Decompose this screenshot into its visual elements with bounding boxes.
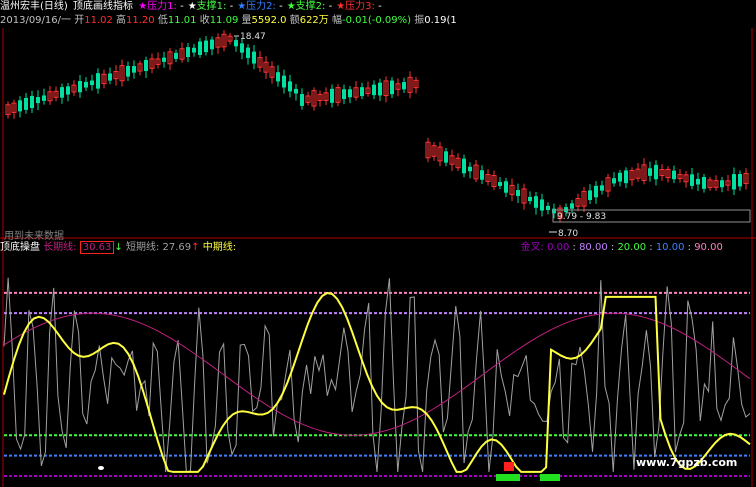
candle-body [624,170,628,184]
candle-body [330,88,334,103]
level-20: 20.00 [617,242,647,253]
candle-body [234,40,238,47]
candle-body [288,81,292,92]
candle-body [390,80,394,95]
candle-body [78,81,82,93]
candle-body [600,185,604,191]
candle-body [192,47,196,53]
high-mark-label: 18.47 [240,32,266,42]
candle-body [174,52,178,59]
candle-body [348,89,352,98]
bottom-signal-green [540,474,560,481]
level-90: 90.00 [694,242,723,253]
candle-body [126,65,130,77]
candle-body [570,203,574,209]
small-dot-marker [98,466,104,470]
candle-group [5,30,749,223]
level-10: 10.00 [655,242,685,253]
long-value: 30.63 [79,241,115,254]
candle-body [528,196,532,202]
candle-body [42,95,46,101]
low-mark-label: 8.70 [558,229,578,239]
candle-body [360,87,364,97]
candle-body [252,51,256,64]
indicator-markers [98,462,560,481]
candle-body [546,205,550,211]
candle-body [300,94,304,106]
mid-label: 中期线: [202,242,237,253]
candle-body [402,82,406,90]
candle-body [66,86,70,95]
candle-body [276,72,280,82]
candle-body [648,168,652,176]
candle-body [444,151,448,163]
candle-body [612,178,616,184]
candle-body [24,97,28,110]
candle-body [690,174,694,186]
candle-body [594,185,598,198]
short-line [3,291,751,473]
bottom-signal-red [504,462,514,471]
candle-body [60,87,64,98]
level-80: 80.00 [579,242,608,253]
candle-body [498,181,502,187]
indicator-bar: 顶底操盘 长期线: 30.63 ↓ 短期线: 27.69↑ 中期线: 金叉: 0.… [0,241,723,254]
candle-body [372,84,376,96]
candle-body [738,174,742,187]
candle-body [480,170,484,180]
candle-body [84,81,88,88]
candle-body [672,170,676,180]
candle-body [294,88,298,94]
candle-body [108,73,112,81]
candle-body [468,166,472,172]
candle-body [534,196,538,208]
candle-body [540,199,544,211]
candle-body [282,75,286,88]
candle-body [732,174,736,190]
future-data-label: 用到未来数据 [4,231,64,242]
candle-body [702,176,706,189]
noise-line [3,277,751,473]
candle-body [378,82,382,96]
indicator-name: 顶底操盘 [0,242,40,253]
short-label: 短期线: [125,242,160,253]
candle-body [144,60,148,72]
watermark: www.7gpzb.com [636,456,738,469]
candle-body [342,89,346,100]
candle-body [162,57,166,62]
range-box-label: 9.79 - 9.83 [557,212,606,222]
candle-body [588,190,592,200]
candle-body [696,178,700,185]
candle-body [36,97,40,104]
candle-body [240,43,244,53]
candle-body [516,189,520,197]
candle-body [198,41,202,55]
levels-label: 金叉: [520,242,544,253]
long-line [3,312,751,436]
candle-body [96,73,100,89]
down-arrow-icon: ↓ [114,242,123,253]
candle-body [210,39,214,50]
candle-body [186,47,190,58]
candle-body [654,164,658,180]
candle-body [90,80,94,86]
candle-body [462,158,466,174]
candle-body [132,66,136,73]
level-0: 0.00 [547,242,570,253]
bottom-signal-green [496,474,520,481]
candle-body [618,172,622,182]
candle-body [18,100,22,112]
candle-body [246,47,250,58]
short-value: 27.69 [162,242,192,253]
up-arrow-icon: ↑ [191,242,200,253]
price-annotations: 18.47 8.70 9.79 - 9.83 [234,32,751,239]
candle-body [30,95,34,109]
long-label: 长期线: [43,242,77,253]
candle-body [504,181,508,193]
indicator-lines [3,277,751,477]
candle-body [204,40,208,53]
candle-body [720,180,724,188]
